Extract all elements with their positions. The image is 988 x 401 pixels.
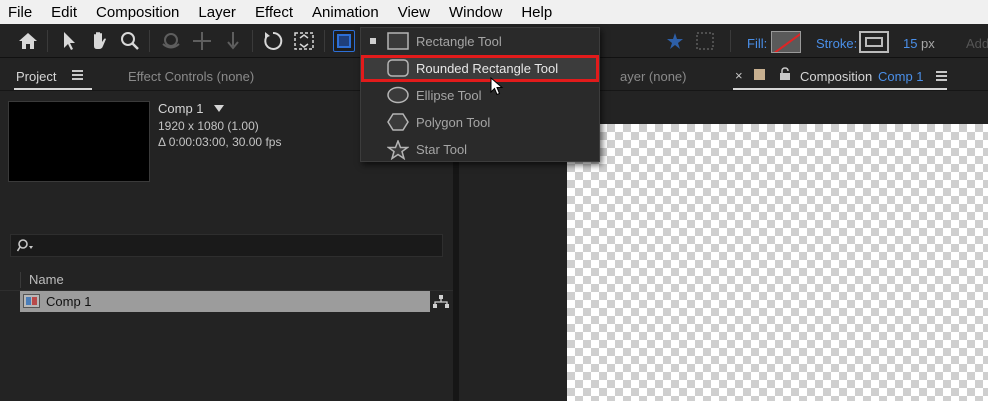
- tab-active-underline: [733, 88, 947, 90]
- stroke-swatch-inner: [865, 37, 883, 47]
- column-name-header[interactable]: Name: [29, 272, 64, 287]
- menu-item-label: Star Tool: [416, 142, 468, 157]
- fill-label: Fill:: [747, 36, 768, 51]
- project-search-input[interactable]: [10, 234, 443, 257]
- menu-item-label: Ellipse Tool: [416, 88, 482, 103]
- composition-icon: [23, 294, 40, 308]
- rotate-icon: [264, 31, 283, 50]
- active-bullet: [370, 38, 376, 44]
- mouse-cursor-icon: [490, 77, 504, 96]
- comp-thumbnail: [8, 101, 150, 182]
- tab-composition[interactable]: Composition: [800, 69, 872, 84]
- arrow-pointer-icon: [64, 32, 75, 50]
- toolbar-divider: [324, 30, 325, 52]
- comp-info-resolution: 1920 x 1080 (1.00): [158, 119, 259, 133]
- pan-behind-button[interactable]: [292, 29, 316, 53]
- selection-tool-button[interactable]: [57, 29, 81, 53]
- panel-menu-icon[interactable]: [72, 70, 83, 82]
- dotted-square-icon: [696, 32, 714, 50]
- tab-composition-name[interactable]: Comp 1: [878, 69, 924, 84]
- project-item-row[interactable]: Comp 1: [20, 291, 430, 312]
- menu-item-label: Rounded Rectangle Tool: [416, 61, 559, 76]
- project-item-name: Comp 1: [46, 294, 92, 309]
- tab-layer[interactable]: ayer (none): [620, 69, 686, 84]
- menu-item-polygon-tool[interactable]: Polygon Tool: [361, 109, 599, 136]
- shape-tool-menu: Rectangle Tool Rounded Rectangle Tool El…: [360, 27, 600, 162]
- shape-tool-button[interactable]: [333, 30, 355, 52]
- ellipse-icon: [387, 86, 409, 104]
- rounded-rectangle-icon: [387, 59, 409, 77]
- menu-item-rounded-rectangle-tool[interactable]: Rounded Rectangle Tool: [361, 55, 599, 82]
- search-icon: [17, 239, 33, 252]
- tab-project[interactable]: Project: [16, 69, 56, 84]
- toolbar-divider: [149, 30, 150, 52]
- menu-bar: File Edit Composition Layer Effect Anima…: [0, 0, 988, 24]
- rectangle-icon: [387, 32, 409, 50]
- tab-effect-controls[interactable]: Effect Controls (none): [128, 69, 254, 84]
- menu-item-label: Rectangle Tool: [416, 34, 502, 49]
- zoom-tool-button[interactable]: [118, 29, 142, 53]
- toolbar-divider: [47, 30, 48, 52]
- orbit-camera-button[interactable]: [159, 29, 183, 53]
- column-divider[interactable]: [20, 272, 21, 288]
- stroke-label: Stroke:: [816, 36, 858, 51]
- hand-icon: [94, 32, 106, 49]
- dolly-camera-button[interactable]: [221, 29, 245, 53]
- menu-item-star-tool[interactable]: Star Tool: [361, 136, 599, 163]
- pan-behind-icon: [294, 32, 314, 50]
- down-arrow-icon: [227, 32, 239, 50]
- orbit-camera-icon: [162, 33, 180, 49]
- menu-composition[interactable]: Composition: [86, 4, 188, 21]
- hand-tool-button[interactable]: [87, 29, 111, 53]
- menu-file[interactable]: File: [0, 4, 41, 21]
- home-icon: [19, 33, 37, 49]
- triangle-down-icon[interactable]: [214, 105, 224, 112]
- comp-info-name: Comp 1: [158, 101, 204, 116]
- rotation-tool-button[interactable]: [261, 29, 285, 53]
- lock-icon[interactable]: [779, 67, 791, 81]
- menu-item-label: Polygon Tool: [416, 115, 491, 130]
- star-icon: [667, 33, 683, 49]
- no-fill-slash: [772, 32, 800, 52]
- label-color-swatch[interactable]: [754, 69, 765, 80]
- move-cross-icon: [193, 32, 211, 50]
- tab-active-underline: [14, 88, 92, 90]
- menu-item-ellipse-tool[interactable]: Ellipse Tool: [361, 82, 599, 109]
- menu-animation[interactable]: Animation: [302, 4, 388, 21]
- close-icon[interactable]: ×: [735, 68, 743, 83]
- menu-edit[interactable]: Edit: [41, 4, 86, 21]
- rectangle-icon: [337, 34, 351, 48]
- polygon-icon: [387, 113, 409, 131]
- flowchart-icon[interactable]: [433, 295, 449, 309]
- stroke-width-unit: px: [921, 36, 935, 51]
- star-icon: [387, 140, 409, 160]
- pan-camera-button[interactable]: [190, 29, 214, 53]
- comp-info-duration: Δ 0:00:03:00, 30.00 fps: [158, 135, 282, 149]
- menu-help[interactable]: Help: [511, 4, 561, 21]
- toolbar-divider: [730, 30, 731, 52]
- menu-window[interactable]: Window: [439, 4, 511, 21]
- fill-swatch[interactable]: [771, 31, 801, 53]
- project-column-header: Name: [0, 269, 453, 291]
- menu-view[interactable]: View: [388, 4, 439, 21]
- star-tool-button[interactable]: [663, 29, 687, 53]
- stroke-swatch[interactable]: [859, 31, 889, 53]
- add-button[interactable]: Add: [966, 36, 988, 51]
- menu-layer[interactable]: Layer: [188, 4, 245, 21]
- toolbar-divider: [252, 30, 253, 52]
- home-button[interactable]: [16, 29, 40, 53]
- magnifier-icon: [121, 32, 139, 50]
- stroke-width-value[interactable]: 15: [903, 36, 917, 51]
- composition-canvas[interactable]: [567, 124, 988, 401]
- panel-menu-icon[interactable]: [936, 71, 947, 83]
- menu-effect[interactable]: Effect: [245, 4, 302, 21]
- menu-item-rectangle-tool[interactable]: Rectangle Tool: [361, 28, 599, 55]
- mask-feather-button[interactable]: [693, 29, 717, 53]
